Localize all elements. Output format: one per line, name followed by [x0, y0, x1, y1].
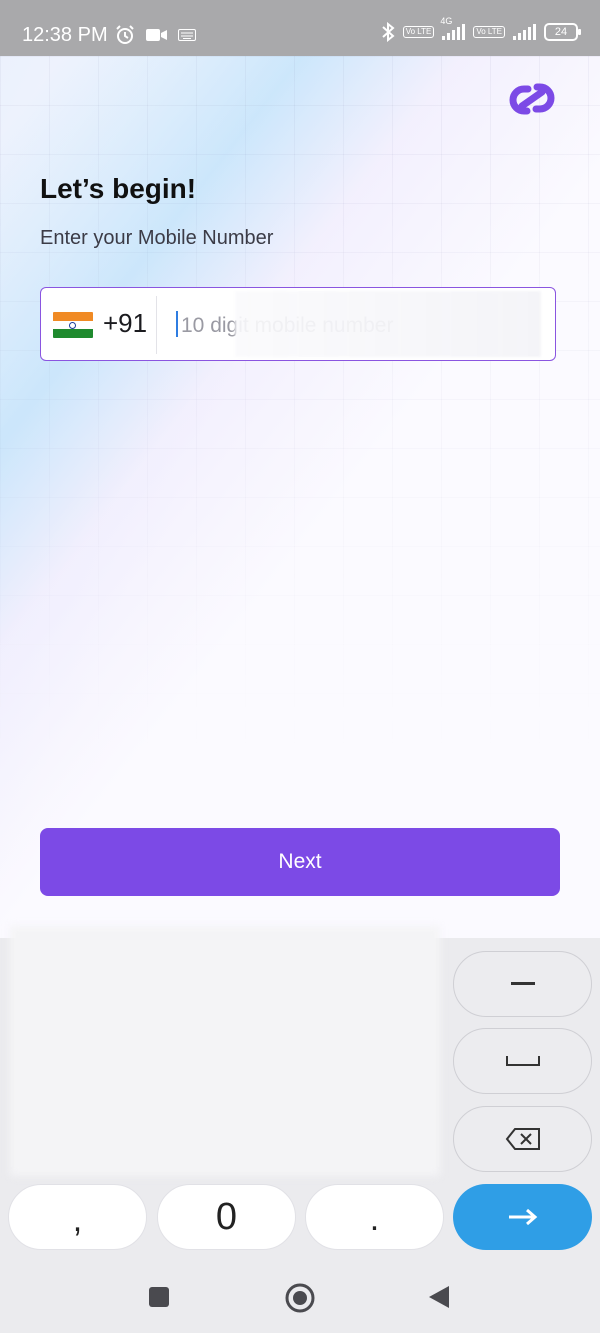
text-cursor [176, 311, 178, 337]
battery-indicator: 24 [544, 23, 581, 41]
signal-strength-icon-2 [513, 24, 536, 40]
zero-key-label: 0 [215, 1195, 238, 1238]
home-icon[interactable] [284, 1282, 316, 1314]
background-grid [0, 56, 600, 756]
dash-key[interactable] [453, 951, 592, 1017]
space-key[interactable] [453, 1028, 592, 1094]
comma-key-label: , [72, 1200, 83, 1239]
phone-number-field[interactable]: +91 [40, 287, 556, 361]
status-bar: 12:38 PM Vo LTE 4G Vo LTE 24 [0, 0, 600, 56]
comma-key[interactable]: , [8, 1184, 147, 1250]
page-subtitle: Enter your Mobile Number [40, 227, 274, 249]
india-flag-icon[interactable] [53, 312, 93, 338]
divider [156, 296, 157, 354]
video-camera-icon [146, 29, 167, 41]
next-button[interactable]: Next [40, 828, 560, 896]
space-bar-icon [505, 1056, 540, 1066]
page-title: Let’s begin! [40, 173, 197, 204]
dot-key-label: . [369, 1199, 380, 1238]
obscured-keys [10, 926, 440, 1176]
enter-key[interactable] [453, 1184, 592, 1250]
signal-strength-icon: 4G [440, 16, 466, 40]
back-icon[interactable] [428, 1285, 450, 1309]
recent-apps-icon[interactable] [148, 1286, 170, 1308]
bluetooth-icon [382, 22, 395, 42]
app-logo [509, 83, 555, 115]
zero-key[interactable]: 0 [157, 1184, 296, 1250]
minus-icon [510, 982, 535, 985]
volte-badge: Vo LTE [402, 26, 435, 38]
backspace-key[interactable] [453, 1106, 592, 1172]
alarm-icon [116, 25, 134, 44]
backspace-icon [505, 1128, 540, 1150]
dot-key[interactable]: . [305, 1184, 444, 1250]
status-time: 12:38 PM [22, 24, 108, 46]
volte-badge-2: Vo LTE [473, 26, 505, 38]
login-screen: Let’s begin! Enter your Mobile Number +9… [0, 0, 600, 938]
keyboard-icon [178, 29, 196, 41]
country-code[interactable]: +91 [103, 308, 147, 339]
redacted-area [235, 291, 541, 357]
network-type: 4G [440, 16, 453, 26]
system-navigation-bar [0, 1258, 600, 1333]
arrow-right-icon [508, 1208, 537, 1226]
